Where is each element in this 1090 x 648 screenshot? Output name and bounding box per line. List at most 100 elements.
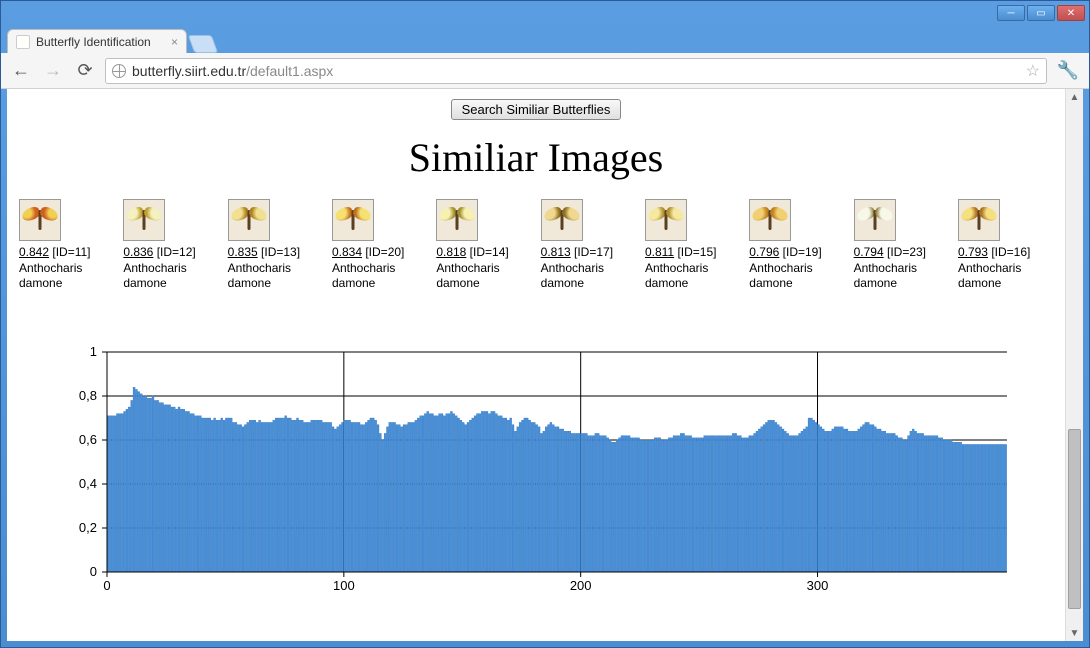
result-meta: 0.813 [ID=17] Anthocharis damone [541,245,636,292]
chart-svg: 0 0,2 0,4 0,6 0,8 1 0 100 200 300 [27,342,1027,602]
tab-close-icon[interactable]: × [171,35,178,49]
results-row: 0.842 [ID=11]Anthocharis damone0.836 [ID… [7,199,1065,292]
favicon-icon [16,35,30,49]
result-item: 0.835 [ID=13] Anthocharis damone [228,199,323,292]
result-score[interactable]: 0.793 [958,245,988,259]
result-thumbnail[interactable] [228,199,270,241]
result-meta: 0.834 [ID=20] Anthocharis damone [332,245,427,292]
result-thumbnail[interactable] [645,199,687,241]
result-thumbnail[interactable] [123,199,165,241]
result-thumbnail[interactable] [332,199,374,241]
result-id: [ID=15] [674,245,716,259]
scroll-down-arrow-icon[interactable]: ▼ [1066,625,1083,641]
wrench-menu-icon[interactable]: 🔧 [1055,58,1081,84]
result-species: Anthocharis damone [436,261,531,292]
result-item: 0.834 [ID=20] Anthocharis damone [332,199,427,292]
result-species: Anthocharis damone [228,261,323,292]
window-titlebar: ─ ▭ ✕ [1,1,1089,25]
browser-toolbar: ← → ⟳ butterfly.siirt.edu.tr/default1.as… [1,53,1089,89]
result-meta: 0.818 [ID=14] Anthocharis damone [436,245,531,292]
result-meta: 0.835 [ID=13] Anthocharis damone [228,245,323,292]
browser-window: ─ ▭ ✕ Butterfly Identification × ← → ⟳ b… [0,0,1090,648]
result-species: Anthocharis damone [958,261,1053,292]
result-id: [ID=17] [571,245,613,259]
result-meta: 0.793 [ID=16] Anthocharis damone [958,245,1053,292]
result-meta: 0.836 [ID=12] Anthocharis damone [123,245,218,292]
result-item: 0.836 [ID=12] Anthocharis damone [123,199,218,292]
scroll-thumb[interactable] [1068,429,1081,609]
result-score[interactable]: 0.834 [332,245,362,259]
result-score[interactable]: 0.818 [436,245,466,259]
result-species: Anthocharis damone [749,261,844,292]
result-meta: 0.796 [ID=19] Anthocharis damone [749,245,844,292]
minimize-button[interactable]: ─ [997,5,1025,21]
new-tab-button[interactable] [188,35,219,53]
result-score[interactable]: 0.796 [749,245,779,259]
result-item: 0.793 [ID=16] Anthocharis damone [958,199,1053,292]
maximize-button[interactable]: ▭ [1027,5,1055,21]
result-score[interactable]: 0.842 [19,245,49,259]
result-thumbnail[interactable] [854,199,896,241]
result-score[interactable]: 0.836 [123,245,153,259]
result-meta: 0.794 [ID=23] Anthocharis damone [854,245,949,292]
result-item: 0.794 [ID=23] Anthocharis damone [854,199,949,292]
result-thumbnail[interactable] [958,199,1000,241]
url-text: butterfly.siirt.edu.tr/default1.aspx [132,63,1020,79]
svg-text:0: 0 [103,578,110,593]
result-id: [ID=13] [258,245,300,259]
svg-text:200: 200 [570,578,592,593]
svg-text:0,8: 0,8 [79,388,97,403]
result-id: [ID=16] [988,245,1030,259]
reload-button[interactable]: ⟳ [73,59,97,83]
result-item: 0.813 [ID=17] Anthocharis damone [541,199,636,292]
svg-text:100: 100 [333,578,355,593]
forward-button[interactable]: → [41,59,65,83]
result-thumbnail[interactable] [749,199,791,241]
svg-text:1: 1 [90,344,97,359]
svg-text:0,6: 0,6 [79,432,97,447]
result-species: Anthocharis damone [854,261,949,292]
result-item: 0.811 [ID=15] Anthocharis damone [645,199,740,292]
result-species: Anthocharis damone [123,261,218,292]
globe-icon [112,64,126,78]
result-item: 0.796 [ID=19] Anthocharis damone [749,199,844,292]
page-title: Similiar Images [7,134,1065,181]
result-species: Anthocharis damone [332,261,427,292]
result-id: [ID=11] [49,245,90,259]
result-score[interactable]: 0.835 [228,245,258,259]
search-similar-button[interactable]: Search Similiar Butterflies [451,99,622,120]
tab-title: Butterfly Identification [36,35,151,49]
result-item: 0.842 [ID=11] Anthocharis damone [19,199,114,292]
result-species: Anthocharis damone [19,261,114,292]
browser-tab[interactable]: Butterfly Identification × [7,29,187,53]
result-score[interactable]: 0.794 [854,245,884,259]
result-id: [ID=12] [153,245,195,259]
result-meta: 0.811 [ID=15] Anthocharis damone [645,245,740,292]
result-thumbnail[interactable] [19,199,61,241]
result-item: 0.818 [ID=14] Anthocharis damone [436,199,531,292]
url-path: /default1.aspx [246,63,333,79]
result-species: Anthocharis damone [645,261,740,292]
url-host: butterfly.siirt.edu.tr [132,63,246,79]
result-id: [ID=19] [779,245,821,259]
result-thumbnail[interactable] [436,199,478,241]
bookmark-star-icon[interactable]: ☆ [1026,61,1040,81]
back-button[interactable]: ← [9,59,33,83]
svg-text:300: 300 [807,578,829,593]
svg-text:0,4: 0,4 [79,476,97,491]
result-species: Anthocharis damone [541,261,636,292]
tab-strip: Butterfly Identification × [1,25,1089,53]
result-id: [ID=20] [362,245,404,259]
svg-text:0: 0 [90,564,97,579]
address-bar[interactable]: butterfly.siirt.edu.tr/default1.aspx ☆ [105,58,1047,84]
result-id: [ID=14] [466,245,508,259]
scroll-up-arrow-icon[interactable]: ▲ [1066,89,1083,105]
result-score[interactable]: 0.811 [645,245,674,259]
vertical-scrollbar[interactable]: ▲ ▼ [1065,89,1083,641]
svg-text:0,2: 0,2 [79,520,97,535]
result-thumbnail[interactable] [541,199,583,241]
result-id: [ID=23] [884,245,926,259]
close-window-button[interactable]: ✕ [1057,5,1085,21]
result-score[interactable]: 0.813 [541,245,571,259]
content-viewport: Search Similiar Butterflies Similiar Ima… [7,89,1083,641]
